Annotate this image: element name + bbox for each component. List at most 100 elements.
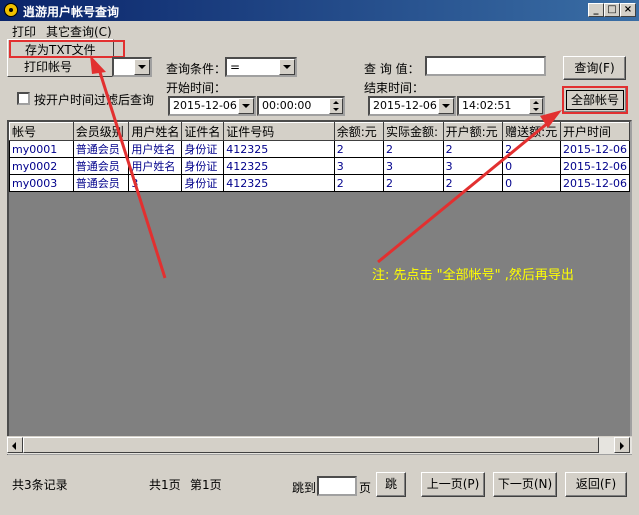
menu-item-print-accounts[interactable]: 打印帐号 (10, 59, 110, 75)
menu-bar: 打印 其它查询(C) (0, 21, 639, 39)
all-accounts-label: 全部帐号 (566, 90, 624, 110)
table-cell[interactable]: 0 (502, 157, 562, 175)
table-cell[interactable]: 2 (333, 140, 385, 158)
end-time-label: 结束时间： (364, 81, 425, 95)
jump-button[interactable]: 跳 (376, 472, 406, 497)
chevron-down-icon[interactable] (279, 59, 295, 75)
table-header-row: 帐号 会员级别 用户姓名 证件名 证件号码 余额:元 实际金额: 开户额:元 赠… (9, 122, 630, 141)
table-cell[interactable]: 412325 (223, 140, 335, 158)
page-current: 第1页 (190, 478, 222, 492)
table-cell[interactable]: my0002 (9, 157, 74, 175)
title-bar: 逍游用户帐号查询 _ □ × (0, 0, 639, 21)
table-cell[interactable]: 3 (442, 157, 504, 175)
window-title: 逍游用户帐号查询 (23, 5, 120, 19)
page-total: 共1页 (149, 478, 181, 492)
start-time-input[interactable]: 00:00:00 (257, 96, 345, 116)
column-header[interactable]: 余额:元 (333, 122, 385, 141)
table-cell[interactable]: 2 (333, 174, 385, 192)
table-row[interactable]: my0003 普通会员 3 身份证 412325 2 2 2 0 2015-12… (9, 174, 630, 192)
scroll-left-icon[interactable] (7, 437, 23, 453)
account-type-combo[interactable] (112, 57, 152, 77)
start-date-picker[interactable]: 2015-12-06 (168, 96, 256, 116)
filter-by-open-time-checkbox[interactable] (17, 92, 30, 105)
start-time-value: 00:00:00 (262, 99, 312, 112)
column-header[interactable]: 实际金额: (383, 122, 444, 141)
table-cell[interactable]: 用户姓名 (128, 140, 183, 158)
table-cell[interactable]: 普通会员 (72, 140, 130, 158)
spin-icon[interactable] (329, 98, 343, 114)
all-accounts-button[interactable]: 全部帐号 (562, 86, 628, 114)
column-header[interactable]: 会员级别 (72, 122, 130, 141)
table-cell[interactable]: 2015-12-06 (560, 174, 630, 192)
accounts-grid[interactable]: 帐号 会员级别 用户姓名 证件名 证件号码 余额:元 实际金额: 开户额:元 赠… (7, 120, 632, 455)
page-unit-label: 页 (359, 481, 372, 495)
table-cell[interactable]: 身份证 (181, 157, 225, 175)
table-cell[interactable]: 普通会员 (72, 174, 130, 192)
table-cell[interactable]: 3 (128, 174, 183, 192)
column-header[interactable]: 开户时间 (560, 122, 630, 141)
prev-page-button[interactable]: 上一页(P) (421, 472, 485, 497)
table-row[interactable]: my0001 普通会员 用户姓名 身份证 412325 2 2 2 2 2015… (9, 140, 630, 158)
column-header[interactable]: 证件名 (181, 122, 225, 141)
table-cell[interactable]: my0001 (9, 140, 74, 158)
table-cell[interactable]: 412325 (223, 174, 335, 192)
table-cell[interactable]: 3 (333, 157, 385, 175)
table-cell[interactable]: 412325 (223, 157, 335, 175)
table-cell[interactable]: 2 (442, 174, 504, 192)
menu-other-query[interactable]: 其它查询(C) (42, 23, 116, 40)
table-cell[interactable]: 2 (502, 140, 562, 158)
table-cell[interactable]: my0003 (9, 174, 74, 192)
table-cell[interactable]: 3 (383, 157, 444, 175)
close-button[interactable]: × (620, 3, 636, 17)
record-count: 共3条记录 (12, 478, 68, 492)
filter-checkbox-label: 按开户时间过滤后查询 (34, 93, 155, 107)
end-time-value: 14:02:51 (462, 99, 512, 112)
table-cell[interactable]: 2015-12-06 (560, 157, 630, 175)
menu-print[interactable]: 打印 (8, 23, 40, 40)
scroll-right-icon[interactable] (614, 437, 630, 453)
print-dropdown-menu: 存为TXT文件 打印帐号 (7, 39, 125, 77)
scroll-thumb[interactable] (23, 437, 599, 453)
back-button[interactable]: 返回(F) (565, 472, 627, 497)
spin-icon[interactable] (529, 98, 543, 114)
query-value-label: 查 询 值： (364, 62, 420, 76)
table-row[interactable]: my0002 普通会员 用户姓名 身份证 412325 3 3 3 0 2015… (9, 157, 630, 175)
column-header[interactable]: 帐号 (9, 122, 74, 141)
table-cell[interactable]: 2015-12-06 (560, 140, 630, 158)
query-value-input[interactable] (425, 56, 546, 76)
table-cell[interactable]: 0 (502, 174, 562, 192)
jump-page-input[interactable] (317, 476, 357, 496)
column-header[interactable]: 赠送额:元 (502, 122, 562, 141)
maximize-button[interactable]: □ (604, 3, 620, 17)
end-date-picker[interactable]: 2015-12-06 (368, 96, 456, 116)
chevron-down-icon[interactable] (238, 98, 254, 114)
annotation-note: 注: 先点击 "全部帐号" ,然后再导出 (372, 268, 574, 283)
column-header[interactable]: 开户额:元 (442, 122, 504, 141)
column-header[interactable]: 用户姓名 (128, 122, 183, 141)
app-logo-icon (4, 3, 18, 17)
chevron-down-icon[interactable] (134, 59, 150, 75)
start-date-value: 2015-12-06 (173, 99, 237, 112)
chevron-down-icon[interactable] (438, 98, 454, 114)
table-cell[interactable]: 用户姓名 (128, 157, 183, 175)
horizontal-scrollbar[interactable] (7, 436, 632, 454)
table-cell[interactable]: 2 (442, 140, 504, 158)
table-cell[interactable]: 身份证 (181, 140, 225, 158)
next-page-button[interactable]: 下一页(N) (493, 472, 557, 497)
table-cell[interactable]: 普通会员 (72, 157, 130, 175)
query-button[interactable]: 查询(F) (563, 56, 626, 80)
start-time-label: 开始时间： (166, 81, 227, 95)
table-cell[interactable]: 身份证 (181, 174, 225, 192)
condition-label: 查询条件： (166, 62, 227, 76)
table-cell[interactable]: 2 (383, 140, 444, 158)
condition-select[interactable]: = (225, 57, 297, 77)
column-header[interactable]: 证件号码 (223, 122, 335, 141)
table-cell[interactable]: 2 (383, 174, 444, 192)
end-date-value: 2015-12-06 (373, 99, 437, 112)
menu-item-save-txt[interactable]: 存为TXT文件 (9, 40, 125, 58)
jump-to-label: 跳到 (292, 481, 317, 495)
accounts-table: 帐号 会员级别 用户姓名 证件名 证件号码 余额:元 实际金额: 开户额:元 赠… (9, 122, 630, 192)
condition-value: = (230, 60, 241, 74)
end-time-input[interactable]: 14:02:51 (457, 96, 545, 116)
minimize-button[interactable]: _ (588, 3, 604, 17)
